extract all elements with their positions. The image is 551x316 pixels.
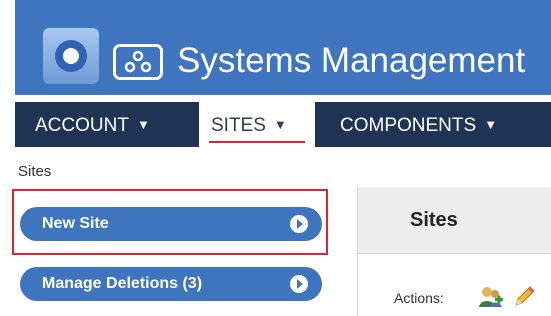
nav-sites-label: SITES [211,115,266,136]
network-nodes-icon [113,44,163,80]
caret-down-icon: ▼ [484,117,498,132]
panel-header: Sites [358,187,551,254]
nav-components-label: COMPONENTS [340,115,477,136]
edit-pencil-icon[interactable] [512,285,538,309]
nav-components[interactable]: COMPONENTS ▼ [340,102,497,147]
nav-account[interactable]: ACCOUNT ▼ [35,102,150,147]
add-users-icon[interactable] [478,285,504,309]
main-nav: ACCOUNT ▼ SITES ▼ COMPONENTS ▼ [15,102,551,147]
target-logo-icon [43,28,99,84]
manage-deletions-button[interactable]: Manage Deletions (3) [20,267,322,301]
sites-panel: Sites Actions: [357,187,551,316]
arrow-right-icon [290,215,308,233]
arrow-right-icon [290,275,308,293]
nav-account-label: ACCOUNT [35,115,129,136]
active-underline [209,141,305,143]
manage-deletions-label: Manage Deletions (3) [42,275,203,292]
panel-title: Sites [410,209,458,231]
breadcrumb: Sites [18,163,52,180]
actions-label: Actions: [394,290,444,306]
new-site-button[interactable]: New Site [20,207,322,241]
caret-down-icon: ▼ [136,117,150,132]
app-header: Systems Management [15,0,551,95]
new-site-label: New Site [42,215,109,232]
app-title: Systems Management [177,41,526,80]
caret-down-icon: ▼ [273,117,287,132]
nav-sites[interactable]: SITES ▼ [199,102,315,147]
